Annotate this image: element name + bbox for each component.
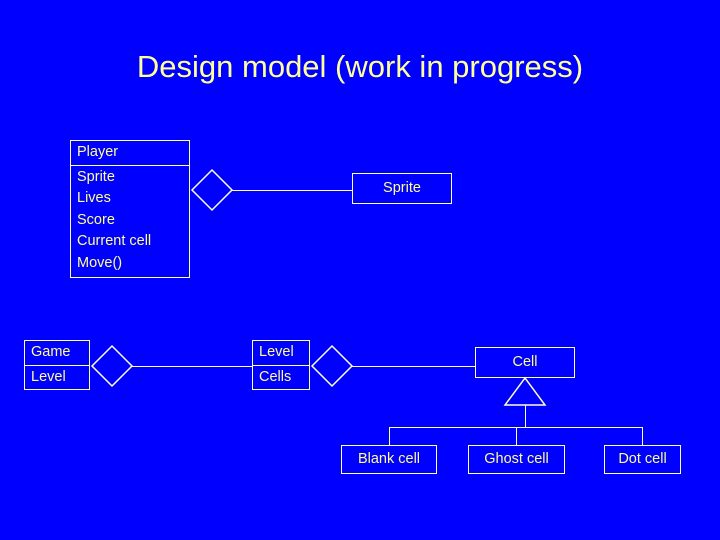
class-name-dot-cell: Dot cell <box>618 450 667 467</box>
class-attribute: Move() <box>77 254 123 271</box>
class-name-blank-cell: Blank cell <box>357 450 421 467</box>
class-box-ghost-cell[interactable]: Ghost cell <box>468 445 565 474</box>
class-name-level: Level <box>259 344 294 360</box>
class-attribute: Score <box>77 211 115 228</box>
class-box-sprite[interactable]: Sprite <box>352 173 452 204</box>
connector-cell-bus-stem <box>525 405 526 428</box>
class-name-cell: Cell <box>512 353 538 370</box>
class-box-dot-cell[interactable]: Dot cell <box>604 445 681 474</box>
class-attribute: Lives <box>77 190 111 206</box>
class-attributes-level: Cells <box>253 366 309 391</box>
slide-canvas: Design model (work in progress) Player S… <box>0 0 720 540</box>
aggregation-diamond-level-cell <box>310 344 354 388</box>
class-box-player[interactable]: Player Sprite Lives Score Current cell M… <box>70 140 190 278</box>
class-name-sprite: Sprite <box>383 179 421 196</box>
generalization-triangle-cell <box>503 376 547 406</box>
class-name-ghost-cell: Ghost cell <box>484 450 549 467</box>
class-attribute: Level <box>31 368 66 385</box>
connector-game-level <box>131 366 253 367</box>
class-attributes-player: Sprite Lives Score Current cell Move() <box>71 166 189 277</box>
class-box-blank-cell[interactable]: Blank cell <box>341 445 437 474</box>
class-box-game[interactable]: Game Level <box>24 340 90 390</box>
connector-bus-dot-cell <box>642 427 643 446</box>
class-name-player: Player <box>77 144 119 160</box>
class-attribute: Sprite <box>77 168 115 185</box>
class-box-cell[interactable]: Cell <box>475 347 575 378</box>
aggregation-diamond-game-level <box>90 344 134 388</box>
connector-level-cell <box>351 366 476 367</box>
class-name-game: Game <box>31 344 71 360</box>
class-attribute: Cells <box>259 368 292 385</box>
class-attributes-game: Level <box>25 366 89 391</box>
connector-player-sprite <box>231 190 353 191</box>
class-box-level[interactable]: Level Cells <box>252 340 310 390</box>
connector-bus-ghost-cell <box>516 427 517 446</box>
aggregation-diamond-player-sprite <box>190 168 234 212</box>
connector-bus-blank-cell <box>389 427 390 446</box>
page-title: Design model (work in progress) <box>136 49 584 84</box>
class-attribute: Current cell <box>77 233 152 249</box>
